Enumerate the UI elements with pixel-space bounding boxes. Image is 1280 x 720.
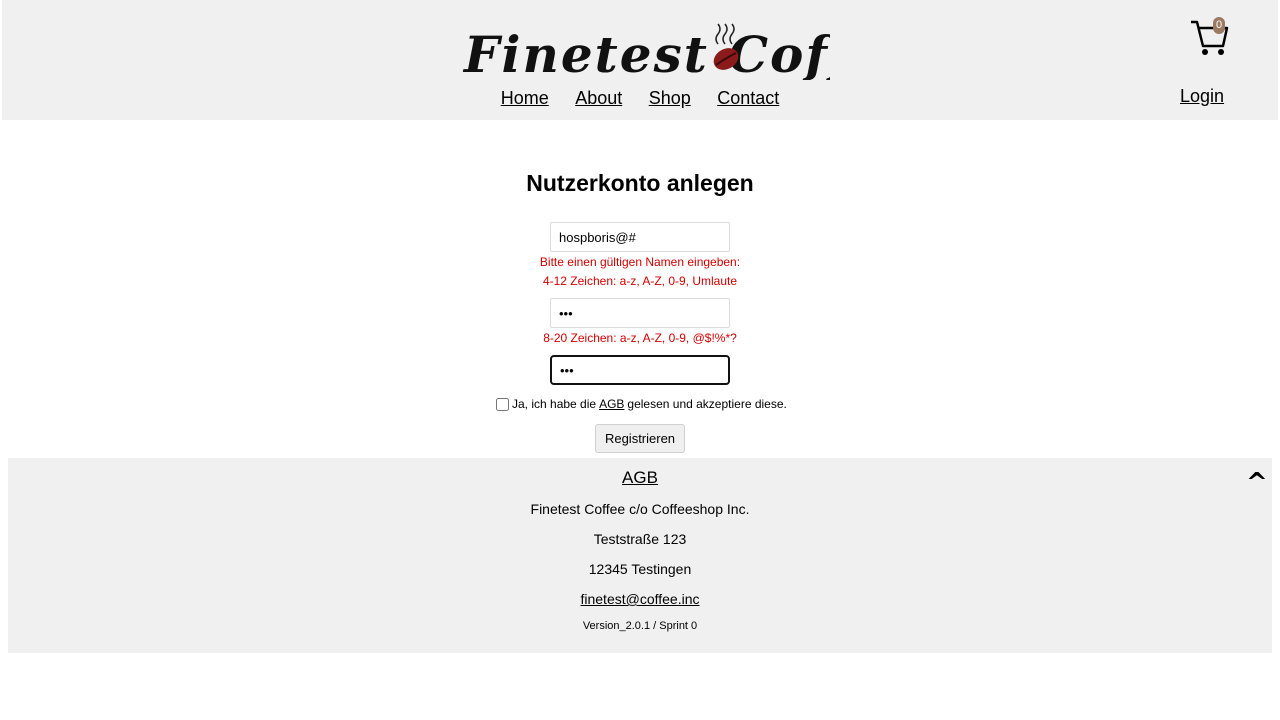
- page-title: Nutzerkonto anlegen: [526, 170, 754, 196]
- login-link[interactable]: Login: [1180, 86, 1224, 107]
- brand-logo-text: Finetest Coffee: [462, 25, 830, 80]
- register-button[interactable]: Registrieren: [595, 424, 685, 453]
- confirm-password-field[interactable]: [550, 355, 730, 385]
- footer-city: 12345 Testingen: [588, 561, 692, 577]
- username-field[interactable]: [550, 222, 730, 252]
- nav-contact[interactable]: Contact: [717, 88, 779, 108]
- site-header: Finetest Coffee Home About Shop Contact …: [2, 0, 1278, 120]
- agb-checkbox[interactable]: [496, 398, 509, 411]
- username-error-line-1: Bitte einen gültigen Namen eingeben:: [539, 255, 741, 269]
- agb-prefix-text: Ja, ich habe die: [512, 397, 597, 411]
- nav-home[interactable]: Home: [501, 88, 549, 108]
- site-footer: AGB Finetest Coffee c/o Coffeeshop Inc. …: [8, 458, 1272, 653]
- agb-consent-row: Ja, ich habe die AGB gelesen und akzepti…: [496, 397, 787, 411]
- password-field[interactable]: [550, 298, 730, 328]
- agb-link[interactable]: AGB: [599, 397, 624, 411]
- agb-suffix-text: gelesen und akzeptiere diese.: [627, 397, 787, 411]
- username-error-line-2: 4-12 Zeichen: a-z, A-Z, 0-9, Umlaute: [542, 274, 738, 288]
- main-nav: Home About Shop Contact: [2, 88, 1278, 109]
- brand-logo[interactable]: Finetest Coffee: [462, 22, 830, 80]
- footer-agb-link[interactable]: AGB: [8, 468, 1272, 488]
- password-error: 8-20 Zeichen: a-z, A-Z, 0-9, @$!%*?: [543, 331, 737, 345]
- footer-version: Version_2.0.1 / Sprint 0: [582, 620, 698, 632]
- nav-shop[interactable]: Shop: [649, 88, 691, 108]
- nav-about[interactable]: About: [575, 88, 622, 108]
- scroll-to-top-button[interactable]: ^: [1246, 468, 1268, 498]
- footer-street: Teststraße 123: [593, 531, 687, 547]
- cart-count-badge: 0: [1213, 17, 1225, 34]
- footer-company: Finetest Coffee c/o Coffeeshop Inc.: [530, 501, 750, 517]
- footer-email-link[interactable]: finetest@coffee.inc: [8, 591, 1272, 607]
